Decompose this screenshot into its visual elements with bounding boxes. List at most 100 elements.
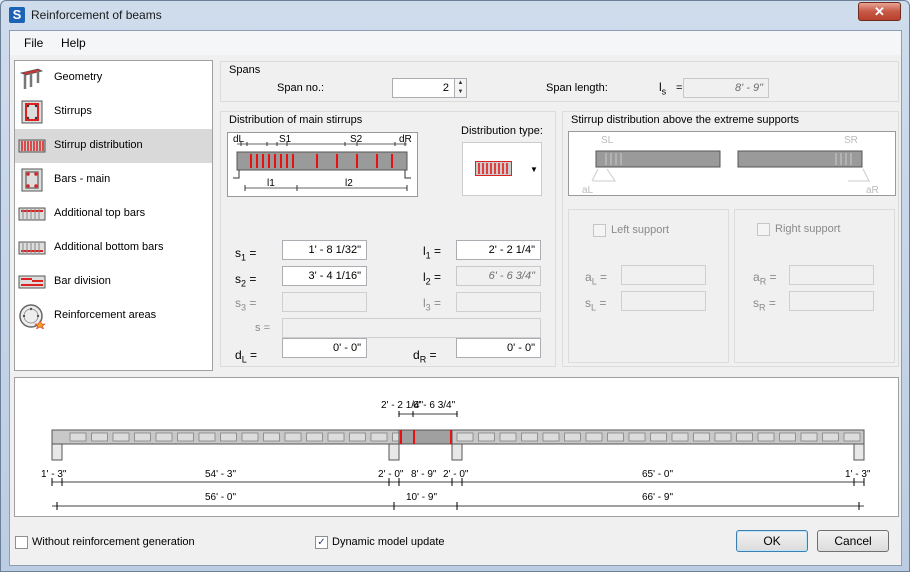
nav-item-bar-division[interactable]: Bar division [15, 265, 212, 299]
sl-label: sL = [585, 296, 607, 313]
beam-segment [693, 432, 710, 442]
nav-list: Geometry Stirrups Stirrup distribution B… [14, 60, 213, 371]
beam-segment [134, 432, 151, 442]
additional-bottom-bars-icon [18, 241, 46, 255]
diagram-sr: SR [844, 135, 858, 146]
al-label: aL = [585, 270, 608, 287]
nav-item-additional-bottom-bars[interactable]: Additional bottom bars [15, 231, 212, 265]
dim-row1-b: 54' - 3" [205, 469, 236, 480]
right-support-checkbox [757, 223, 770, 236]
left-support-checkbox [593, 224, 606, 237]
distribution-type-select[interactable]: ▼ [462, 142, 542, 196]
nav-item-reinforcement-areas[interactable]: Reinforcement areas [15, 299, 212, 333]
dr-input[interactable]: 0' - 0" [456, 338, 541, 358]
nav-item-additional-top-bars[interactable]: Additional top bars [15, 197, 212, 231]
diagram-s2: S2 [350, 134, 363, 145]
beam-segment [155, 432, 173, 442]
extreme-supports-group: Stirrup distribution above the extreme s… [562, 111, 899, 367]
beam-segment [671, 432, 689, 442]
l1-label: l1 = [423, 244, 442, 261]
extreme-supports-diagram: SL SR aL aR [568, 131, 896, 196]
dim-row1-e: 2' - 0" [443, 469, 469, 480]
spinner-up-icon[interactable]: ▲ [455, 79, 466, 88]
beam-segment [736, 432, 753, 442]
nav-label: Stirrup distribution [54, 139, 143, 151]
span-length-label: Span length: [546, 82, 608, 94]
diagram-l2: l2 [345, 178, 353, 189]
dynamic-update-checkbox[interactable]: ✓ [315, 536, 328, 549]
ar-label: aR = [753, 270, 777, 287]
spinner-down-icon[interactable]: ▼ [455, 88, 466, 97]
menu-bar: File Help [10, 31, 901, 55]
bars-main-icon [21, 168, 43, 192]
spans-title: Spans [229, 64, 261, 76]
beam-segment [779, 432, 796, 442]
nav-item-stirrups[interactable]: Stirrups [15, 95, 212, 129]
cancel-button[interactable]: Cancel [817, 530, 889, 552]
beam-segment [800, 432, 818, 442]
without-generation-label: Without reinforcement generation [32, 536, 195, 548]
dialog-window: S Reinforcement of beams ✕ File Help Geo… [0, 0, 910, 572]
s-input [282, 318, 541, 338]
dropdown-arrow-icon[interactable]: ▼ [530, 165, 538, 174]
span-no-input[interactable]: 2 [392, 78, 455, 98]
nav-item-bars-main[interactable]: Bars - main [15, 163, 212, 197]
al-input [621, 265, 706, 285]
beam-segment [349, 432, 366, 442]
beam-segment [284, 432, 302, 442]
beam-segment [91, 432, 108, 442]
beam-segment [69, 432, 87, 442]
dr-label: dR = [413, 348, 437, 365]
nav-label: Stirrups [54, 105, 92, 117]
right-support-label: Right support [775, 223, 841, 235]
left-support-label: Left support [611, 224, 670, 236]
without-generation-checkbox[interactable] [15, 536, 28, 549]
beam-segment [521, 432, 538, 442]
diagram-dl: dL [233, 134, 245, 145]
bar-division-icon [18, 275, 46, 289]
support-middle-right [451, 443, 463, 461]
beam-segment [607, 432, 624, 442]
ar-input [789, 265, 874, 285]
support-left [51, 443, 63, 461]
client-area: File Help Geometry Stirrups Stirrup dist… [9, 30, 902, 566]
left-support-group: Left support aL = sL = [568, 209, 729, 363]
sr-label: sR = [753, 296, 776, 313]
dynamic-update-label: Dynamic model update [332, 536, 445, 548]
beam-segment [370, 432, 388, 442]
nav-item-geometry[interactable]: Geometry [15, 61, 212, 95]
span-no-spinner[interactable]: ▲ ▼ [454, 78, 467, 98]
dim-row1-c: 2' - 0" [378, 469, 404, 480]
dl-input[interactable]: 0' - 0" [282, 338, 367, 358]
l3-label: l3 = [423, 296, 442, 313]
beam-segment [177, 432, 194, 442]
ls-equals: = [676, 82, 683, 94]
main-stirrups-title: Distribution of main stirrups [229, 114, 363, 126]
beam-segment [757, 432, 775, 442]
title-bar[interactable]: S Reinforcement of beams ✕ [1, 1, 909, 29]
ls-symbol: ls [659, 80, 667, 97]
beam-segment [542, 432, 560, 442]
span-length-field: 8' - 9" [683, 78, 769, 98]
beam-segment [564, 432, 581, 442]
menu-file[interactable]: File [24, 36, 43, 50]
s2-input[interactable]: 3' - 4 1/16" [282, 266, 367, 286]
nav-label: Bar division [54, 275, 111, 287]
beam-segment [585, 432, 603, 442]
beam-segment [650, 432, 667, 442]
nav-label: Bars - main [54, 173, 111, 185]
close-button[interactable]: ✕ [858, 2, 901, 21]
s1-input[interactable]: 1' - 8 1/32" [282, 240, 367, 260]
sl-input [621, 291, 706, 311]
nav-item-stirrup-distribution[interactable]: Stirrup distribution [15, 129, 212, 163]
dim-row1-f: 65' - 0" [642, 469, 673, 480]
menu-help[interactable]: Help [61, 36, 86, 50]
span-no-label: Span no.: [277, 82, 325, 94]
l1-input[interactable]: 2' - 2 1/4" [456, 240, 541, 260]
distribution-type-label: Distribution type: [461, 125, 543, 137]
ok-button[interactable]: OK [736, 530, 808, 552]
extreme-supports-title: Stirrup distribution above the extreme s… [571, 114, 800, 126]
diagram-ar: aR [866, 185, 879, 196]
support-middle-left [388, 443, 400, 461]
diagram-l1: l1 [267, 178, 275, 189]
